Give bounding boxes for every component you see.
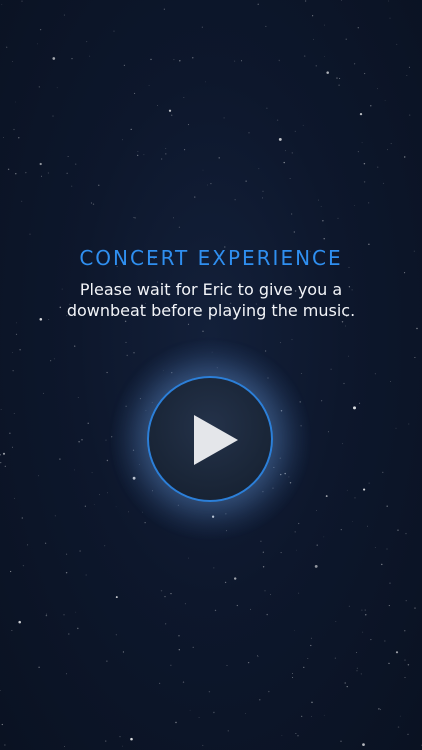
concert-screen: CONCERT EXPERIENCE Please wait for Eric … — [0, 0, 422, 750]
play-button[interactable] — [147, 376, 273, 502]
page-title: CONCERT EXPERIENCE — [79, 246, 343, 270]
play-icon — [194, 415, 238, 465]
instruction-text: Please wait for Eric to give you a downb… — [66, 280, 356, 320]
